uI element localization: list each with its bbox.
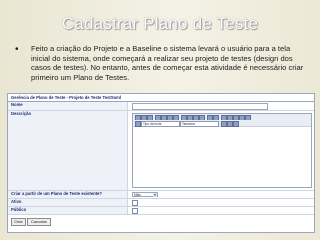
button-bar: Criar Cancelar <box>8 216 314 228</box>
description-label-text: Descrição <box>11 111 32 116</box>
public-label-text: Público <box>11 207 27 212</box>
editor-toolbar-secondary: Tipo da fonte Tamanho <box>133 120 311 127</box>
copy-plan-select-value: Não <box>134 193 141 197</box>
name-label-text: Nome <box>11 102 23 107</box>
fullscreen-icon[interactable] <box>233 121 239 127</box>
cancel-button[interactable]: Cancelar <box>27 218 51 226</box>
active-label-text: Ativo <box>11 199 22 204</box>
public-checkbox[interactable] <box>132 208 138 214</box>
app-screenshot: Gerência de Plano de Teste - Projeto de … <box>7 93 315 233</box>
public-label: Público <box>8 207 128 214</box>
description-row: Descrição Tipo da fonte Tamanho <box>8 111 314 191</box>
copy-plan-label: Criar a partir de um Plano de Teste exis… <box>8 191 128 198</box>
copy-plan-select[interactable]: Não ▼ <box>132 192 158 197</box>
slide-title: Cadastrar Plano de Teste <box>61 14 259 33</box>
description-label: Descrição <box>8 111 128 190</box>
active-checkbox[interactable] <box>132 200 138 206</box>
public-row: Público <box>8 207 314 215</box>
bullet-text: Feito a criação do Projeto e a Baseline … <box>31 44 304 82</box>
active-row: Ativo <box>8 199 314 207</box>
active-label: Ativo <box>8 199 128 206</box>
chevron-down-icon: ▼ <box>153 193 157 197</box>
font-type-select[interactable]: Tipo da fonte <box>141 121 180 127</box>
app-header: Gerência de Plano de Teste - Projeto de … <box>8 94 314 102</box>
name-label: Nome <box>8 102 128 110</box>
name-row: Nome <box>8 102 314 111</box>
description-editor[interactable]: Tipo da fonte Tamanho <box>132 113 312 188</box>
create-button[interactable]: Criar <box>11 218 26 226</box>
bullet-icon: • <box>15 44 19 55</box>
copy-plan-label-text: Criar a partir de um Plano de Teste exis… <box>11 191 102 196</box>
copy-plan-row: Criar a partir de um Plano de Teste exis… <box>8 191 314 199</box>
font-size-select[interactable]: Tamanho <box>180 121 219 127</box>
name-input[interactable] <box>132 103 268 110</box>
